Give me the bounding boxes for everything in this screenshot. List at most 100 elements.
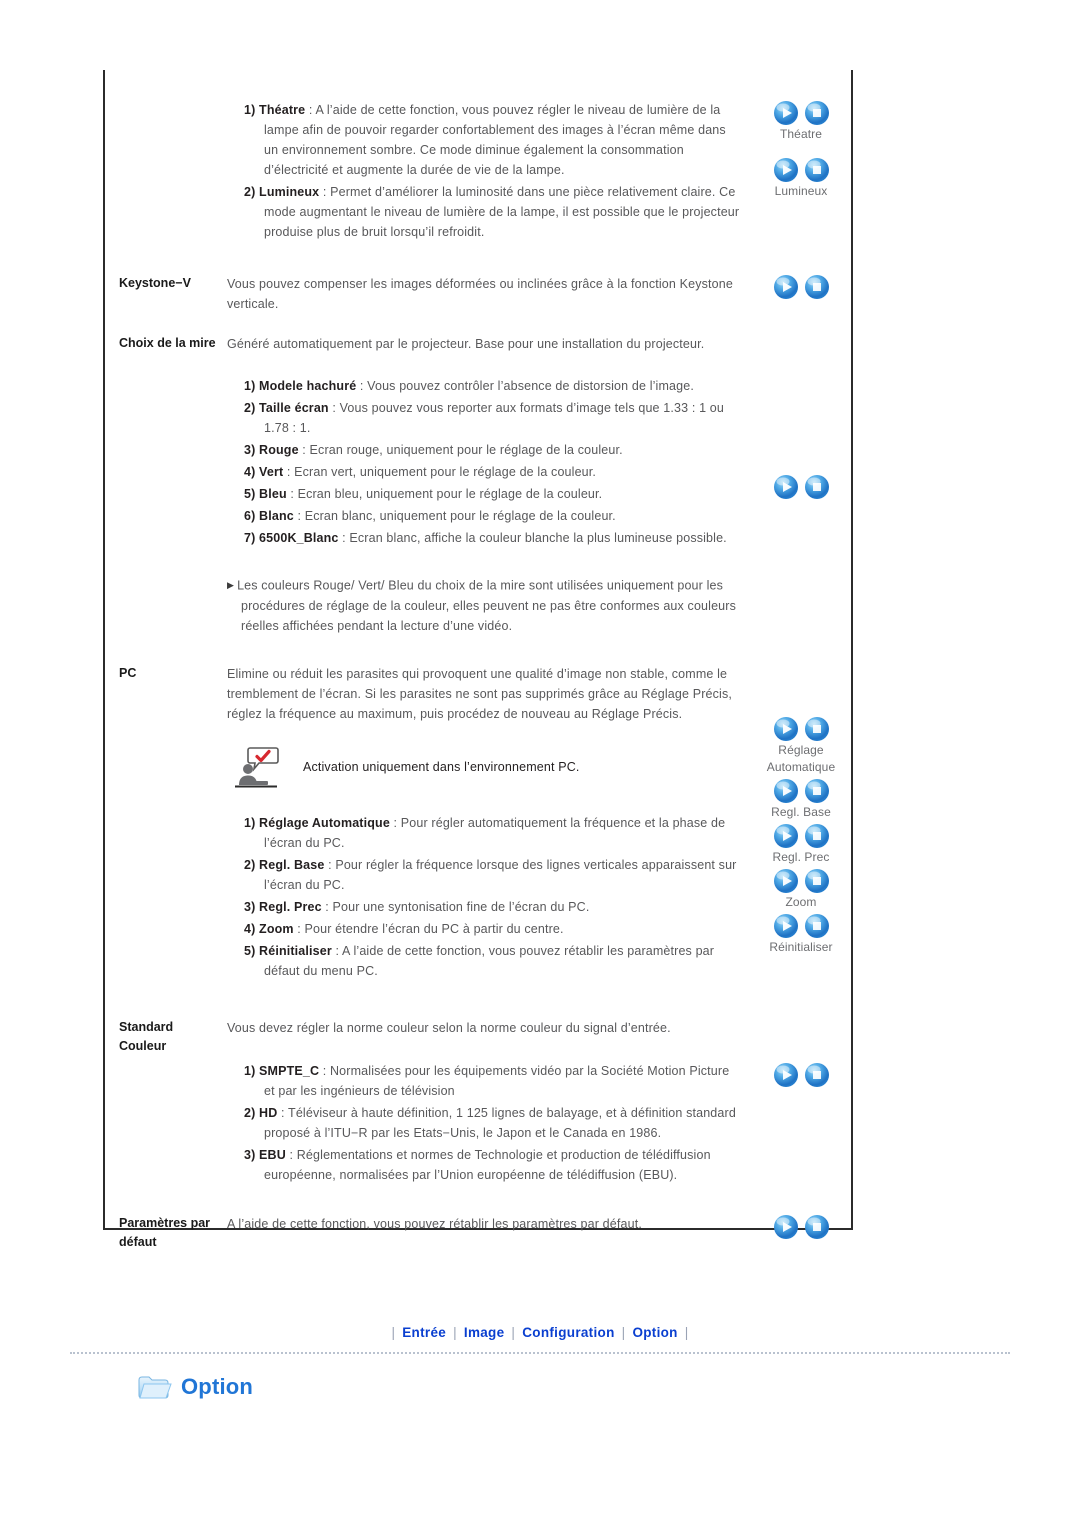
item-text: : A l’aide de cette fonction, vous pouve… — [264, 943, 715, 978]
note-bullet-text: Les couleurs Rouge/ Vert/ Bleu du choix … — [237, 578, 736, 633]
item-text: : Permet d’améliorer la luminosité dans … — [264, 185, 740, 239]
nav-link-option[interactable]: Option — [632, 1325, 677, 1340]
nav-link-image[interactable]: Image — [464, 1325, 505, 1340]
item-number: 3) — [244, 899, 256, 914]
icon-caption: Regl. Base — [771, 804, 831, 819]
play-orb-icon[interactable] — [773, 1214, 799, 1240]
item-text: : Normalisées pour les équipements vidéo… — [264, 1063, 730, 1098]
orb-button-pair[interactable] — [747, 157, 855, 183]
stop-orb-icon[interactable] — [804, 274, 830, 300]
body-text: Vous pouvez compenser les images déformé… — [227, 277, 733, 311]
list-item: 2) HD : Téléviseur à haute définition, 1… — [244, 1103, 741, 1143]
person-check-bubble-icon — [235, 746, 279, 787]
item-term: Réinitialiser — [259, 943, 332, 958]
triangle-bullet-icon: ▶ — [227, 580, 235, 590]
item-number: 2) — [244, 1105, 256, 1120]
section-icons — [747, 1214, 855, 1240]
section-label: PC — [105, 664, 227, 684]
icon-group-zoom: Zoom — [747, 868, 855, 911]
stop-orb-icon[interactable] — [804, 778, 830, 804]
icon-group-reinitialiser: Réinitialiser — [747, 913, 855, 956]
icon-caption: Lumineux — [774, 184, 828, 198]
section-body: 1) Théatre : A l’aide de cette fonction,… — [227, 100, 747, 244]
item-term: Rouge — [259, 443, 299, 457]
list-item: 1) Modele hachuré : Vous pouvez contrôle… — [244, 376, 741, 396]
nav-link-configuration[interactable]: Configuration — [522, 1325, 614, 1340]
label-text: Choix de la mire — [119, 336, 216, 350]
section-body: Généré automatiquement par le projecteur… — [227, 334, 747, 636]
section-icons: Réglage Automatique Regl. Base Regl. Pre… — [747, 664, 855, 956]
item-number: 2) — [244, 185, 256, 199]
item-term: Bleu — [259, 487, 287, 501]
stop-orb-icon[interactable] — [804, 100, 830, 126]
orb-button-pair[interactable] — [747, 1214, 855, 1240]
stop-orb-icon[interactable] — [804, 823, 830, 849]
orb-button-pair[interactable] — [747, 823, 855, 849]
item-term: Vert — [259, 465, 284, 479]
nav-link-entree[interactable]: Entrée — [402, 1325, 446, 1340]
icon-group-regl-base: Regl. Base — [747, 778, 855, 821]
orb-button-pair[interactable] — [747, 274, 855, 300]
item-term: Lumineux — [259, 185, 320, 199]
section-label: Standard Couleur — [105, 1018, 227, 1057]
play-orb-icon[interactable] — [773, 1062, 799, 1088]
play-orb-icon[interactable] — [773, 274, 799, 300]
list-item: 2) Taille écran : Vous pouvez vous repor… — [244, 398, 741, 438]
play-orb-icon[interactable] — [773, 100, 799, 126]
stop-orb-icon[interactable] — [804, 474, 830, 500]
icon-group-reglage-automatique: Réglage Automatique — [747, 716, 855, 776]
item-term: Regl. Prec — [259, 899, 322, 914]
orb-button-pair[interactable] — [747, 913, 855, 939]
list-item: 2) Regl. Base : Pour régler la fréquence… — [244, 855, 741, 895]
folder-icon — [138, 1376, 172, 1399]
item-text: : Ecran bleu, uniquement pour le réglage… — [286, 487, 603, 501]
label-text-line2: défaut — [119, 1235, 157, 1249]
play-orb-icon[interactable] — [773, 716, 799, 742]
stop-orb-icon[interactable] — [804, 157, 830, 183]
stop-orb-icon[interactable] — [804, 1214, 830, 1240]
item-number: 4) — [244, 921, 256, 936]
list-item: 4) Vert : Ecran vert, uniquement pour le… — [244, 462, 741, 482]
section-label: Keystone−V — [105, 274, 227, 294]
list-item: 2) Lumineux : Permet d’améliorer la lumi… — [244, 182, 741, 242]
section-choix-de-la-mire: Choix de la mire Généré automatiquement … — [105, 314, 855, 636]
play-orb-icon[interactable] — [773, 913, 799, 939]
orb-button-pair[interactable] — [747, 100, 855, 126]
footer-option-heading: Option — [138, 1373, 253, 1401]
play-orb-icon[interactable] — [773, 868, 799, 894]
orb-button-pair[interactable] — [747, 474, 855, 500]
item-term: SMPTE_C — [259, 1063, 320, 1078]
item-term: HD — [259, 1105, 278, 1120]
section-icons: Théatre Lumineux — [747, 100, 855, 200]
list-item: 1) Réglage Automatique : Pour régler aut… — [244, 813, 741, 853]
icon-caption: Théatre — [779, 127, 823, 141]
play-orb-icon[interactable] — [773, 157, 799, 183]
section-body: Vous pouvez compenser les images déformé… — [227, 274, 747, 314]
icon-group-theatre: Théatre — [747, 100, 855, 143]
play-orb-icon[interactable] — [773, 778, 799, 804]
stop-orb-icon[interactable] — [804, 913, 830, 939]
icon-caption: Regl. Prec — [772, 849, 830, 864]
icon-caption: Réinitialiser — [769, 939, 833, 954]
item-term: Blanc — [259, 509, 294, 523]
orb-button-pair[interactable] — [747, 778, 855, 804]
play-orb-icon[interactable] — [773, 823, 799, 849]
pc-note: Activation uniquement dans l’environneme… — [227, 746, 741, 788]
body-text: A l’aide de cette fonction, vous pouvez … — [227, 1216, 642, 1231]
stop-orb-icon[interactable] — [804, 868, 830, 894]
item-term: Théatre — [259, 103, 306, 117]
item-term: 6500K_Blanc — [259, 531, 339, 545]
list-item: 3) Rouge : Ecran rouge, uniquement pour … — [244, 440, 741, 460]
item-number: 2) — [244, 401, 256, 415]
stop-orb-icon[interactable] — [804, 716, 830, 742]
orb-button-pair[interactable] — [747, 716, 855, 742]
item-term: Zoom — [259, 921, 294, 936]
icon-caption: Réglage Automatique — [766, 742, 836, 774]
label-text-line2: Couleur — [119, 1039, 167, 1053]
stop-orb-icon[interactable] — [804, 1062, 830, 1088]
orb-button-pair[interactable] — [747, 1062, 855, 1088]
play-orb-icon[interactable] — [773, 474, 799, 500]
item-text: : A l’aide de cette fonction, vous pouve… — [264, 103, 726, 177]
item-number: 1) — [244, 1063, 256, 1078]
orb-button-pair[interactable] — [747, 868, 855, 894]
